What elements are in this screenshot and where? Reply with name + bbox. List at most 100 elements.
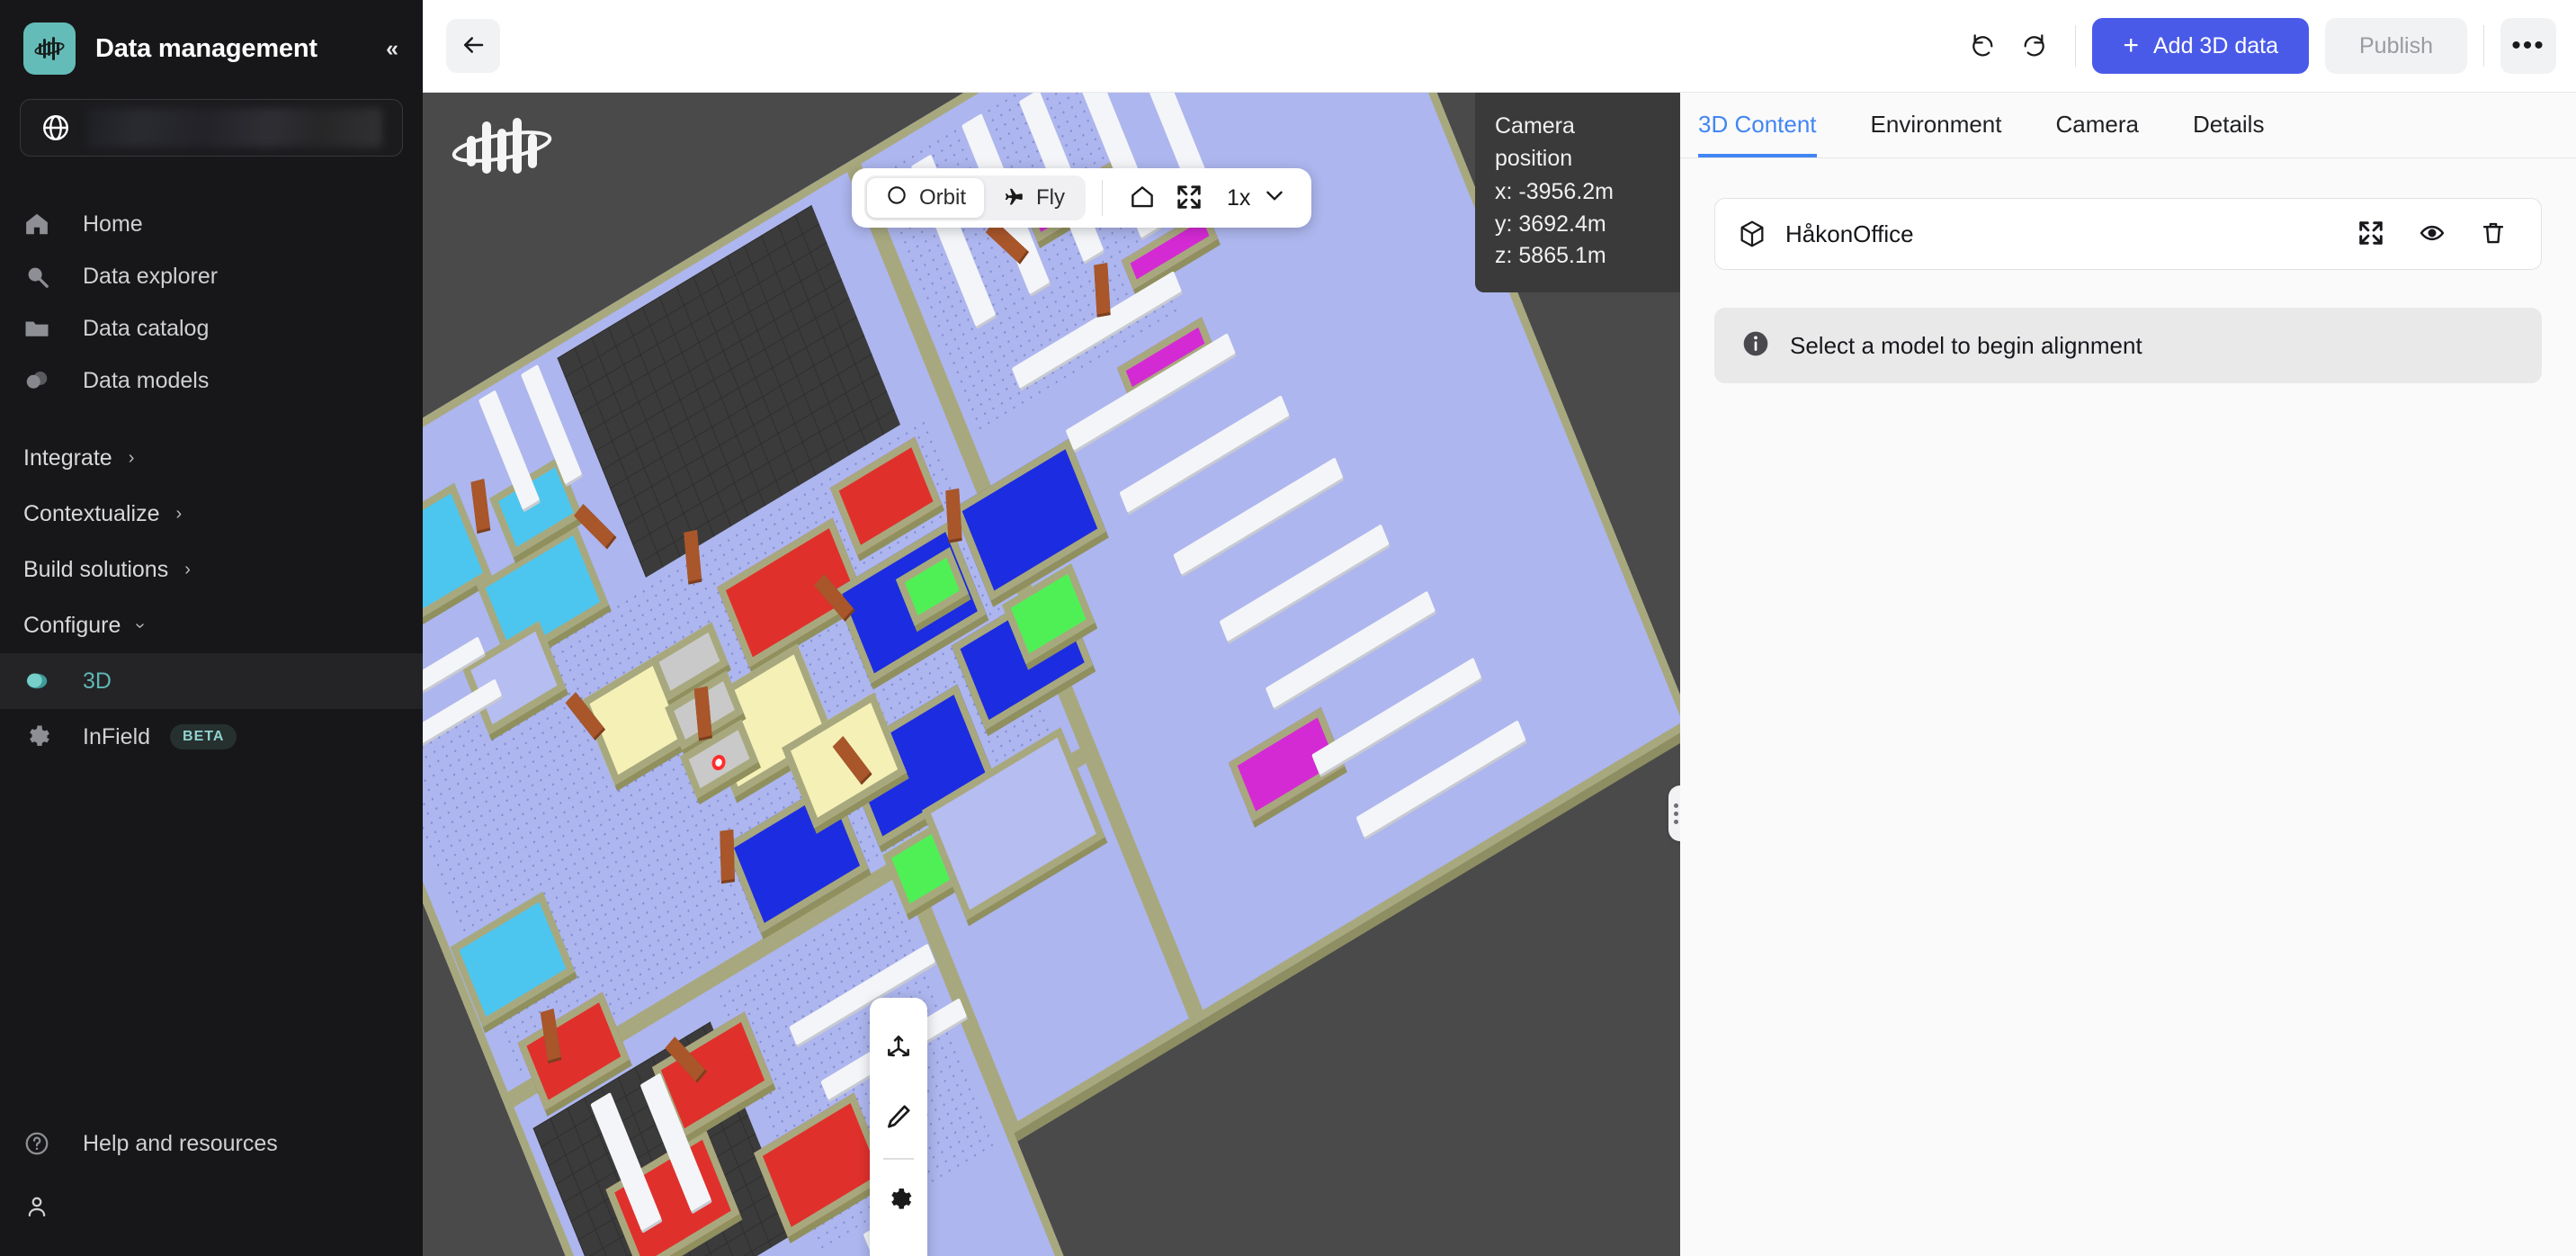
search-icon [23, 263, 61, 290]
sidebar-item-help[interactable]: Help and resources [0, 1112, 423, 1175]
reset-camera-home-button[interactable] [1119, 175, 1166, 221]
sidebar-groups: Integrate › Contextualize › Build soluti… [0, 430, 423, 765]
sidebar-group-label: Configure [23, 612, 121, 638]
add-3d-data-label: Add 3D data [2153, 32, 2278, 58]
chevron-down-icon [1263, 184, 1286, 213]
add-3d-data-button[interactable]: + Add 3D data [2092, 18, 2309, 74]
sidebar-item-3d[interactable]: 3D [0, 653, 423, 709]
camera-position-overlay: Camera position x: -3956.2m y: 3692.4m z… [1475, 93, 1680, 292]
app-root: Data management « Home Data explorer Dat… [0, 0, 2576, 1256]
sidebar-collapse-icon[interactable]: « [386, 36, 399, 62]
measure-pencil-tool-button[interactable] [870, 1082, 927, 1153]
redo-button[interactable] [2008, 21, 2059, 71]
trash-icon [2480, 220, 2507, 249]
orbit-mode-button[interactable]: Orbit [867, 178, 985, 218]
tab-3d-content[interactable]: 3D Content [1698, 111, 1817, 157]
toolbar-divider [2075, 25, 2077, 67]
fly-label: Fly [1036, 185, 1066, 210]
model-list-item[interactable]: HåkonOffice [1714, 198, 2542, 270]
sidebar-group-label: Contextualize [23, 500, 160, 526]
content-body: Orbit Fly 1x Camera position x: -3956.2m… [423, 93, 2576, 1256]
globe-icon [40, 112, 71, 143]
more-options-button[interactable]: ••• [2500, 18, 2556, 74]
drag-handle-icon [1673, 803, 1681, 824]
camera-position-x: x: -3956.2m [1495, 179, 1614, 204]
eye-icon [2419, 220, 2446, 249]
model-fit-to-view-button[interactable] [2347, 210, 2395, 258]
sidebar-nav: Home Data explorer Data catalog Data mod… [0, 198, 423, 407]
gear-icon [23, 723, 61, 750]
viewport-toolbar-divider [1102, 180, 1104, 216]
panel-resize-handle[interactable] [1668, 785, 1680, 841]
sidebar-group-label: Build solutions [23, 556, 169, 582]
tab-details[interactable]: Details [2193, 111, 2264, 157]
plus-icon: + [2123, 31, 2139, 60]
expand-icon [2357, 220, 2384, 249]
sidebar-item-label: Data models [83, 367, 210, 393]
chevron-right-icon: › [175, 503, 183, 524]
fit-to-view-button[interactable] [1166, 175, 1212, 221]
viewport-settings-button[interactable] [870, 1165, 927, 1235]
axes-move-icon [884, 1032, 913, 1063]
ellipsis-icon: ••• [2511, 31, 2545, 60]
fly-mode-button[interactable]: Fly [984, 178, 1083, 218]
sidebar-item-label: Help and resources [83, 1130, 278, 1156]
sidebar-item-data-catalog[interactable]: Data catalog [0, 302, 423, 354]
expand-icon [1176, 184, 1203, 213]
chevron-right-icon: › [184, 559, 191, 579]
model-name: HåkonOffice [1785, 220, 1914, 247]
home-icon [23, 211, 61, 238]
top-toolbar: + Add 3D data Publish ••• [423, 0, 2576, 93]
sidebar: Data management « Home Data explorer Dat… [0, 0, 423, 1256]
sidebar-group-integrate[interactable]: Integrate › [0, 430, 423, 486]
model-delete-button[interactable] [2469, 210, 2518, 258]
chevron-right-icon: › [128, 447, 135, 468]
transform-axes-tool-button[interactable] [870, 1012, 927, 1082]
right-panel: 3D Content Environment Camera Details Hå… [1680, 93, 2576, 1256]
publish-button[interactable]: Publish [2325, 18, 2467, 74]
tab-camera[interactable]: Camera [2056, 111, 2139, 157]
circle-icon [885, 184, 908, 213]
sidebar-item-infield[interactable]: InField BETA [0, 709, 423, 765]
camera-position-y: y: 3692.4m [1495, 211, 1606, 237]
sidebar-item-label: 3D [83, 668, 112, 694]
chevron-down-icon: › [130, 622, 151, 629]
sidebar-group-contextualize[interactable]: Contextualize › [0, 486, 423, 542]
viewport-help-button[interactable] [870, 1235, 927, 1256]
tool-rail-divider [883, 1158, 914, 1160]
sidebar-item-data-models[interactable]: Data models [0, 354, 423, 407]
sidebar-item-home[interactable]: Home [0, 198, 423, 250]
sidebar-item-label: InField [83, 723, 151, 749]
zoom-level-select[interactable]: 1x [1212, 184, 1299, 213]
user-icon [23, 1193, 61, 1220]
panel-tabs: 3D Content Environment Camera Details [1680, 93, 2576, 158]
viewport-tool-rail [870, 998, 927, 1256]
undo-icon [1969, 31, 1998, 62]
folder-icon [23, 315, 61, 342]
tab-environment[interactable]: Environment [1871, 111, 2002, 157]
cognite-logo-icon [23, 22, 76, 75]
sidebar-group-configure[interactable]: Configure › [0, 597, 423, 653]
back-button[interactable] [446, 19, 500, 73]
zoom-level-value: 1x [1227, 184, 1251, 211]
orbit-label: Orbit [919, 185, 967, 210]
sidebar-group-build-solutions[interactable]: Build solutions › [0, 542, 423, 597]
home-icon [1129, 184, 1156, 213]
sidebar-bottom: Help and resources [0, 1112, 423, 1256]
threed-icon [23, 668, 61, 695]
navigation-mode-group: Orbit Fly [864, 175, 1087, 220]
3d-viewport[interactable]: Orbit Fly 1x Camera position x: -3956.2m… [423, 93, 1680, 1256]
model-visibility-toggle-button[interactable] [2408, 210, 2456, 258]
project-name-redacted [87, 108, 382, 148]
cognite-watermark-icon [443, 109, 559, 186]
arrow-left-icon [460, 31, 487, 61]
sidebar-item-label: Data catalog [83, 315, 210, 341]
sidebar-item-data-explorer[interactable]: Data explorer [0, 250, 423, 302]
status-badge: BETA [170, 724, 237, 749]
camera-position-title: Camera position [1495, 113, 1575, 171]
project-selector[interactable] [20, 99, 403, 157]
undo-button[interactable] [1958, 21, 2008, 71]
info-icon [1741, 329, 1770, 363]
gear-icon [884, 1185, 913, 1216]
sidebar-item-user[interactable] [0, 1175, 423, 1238]
